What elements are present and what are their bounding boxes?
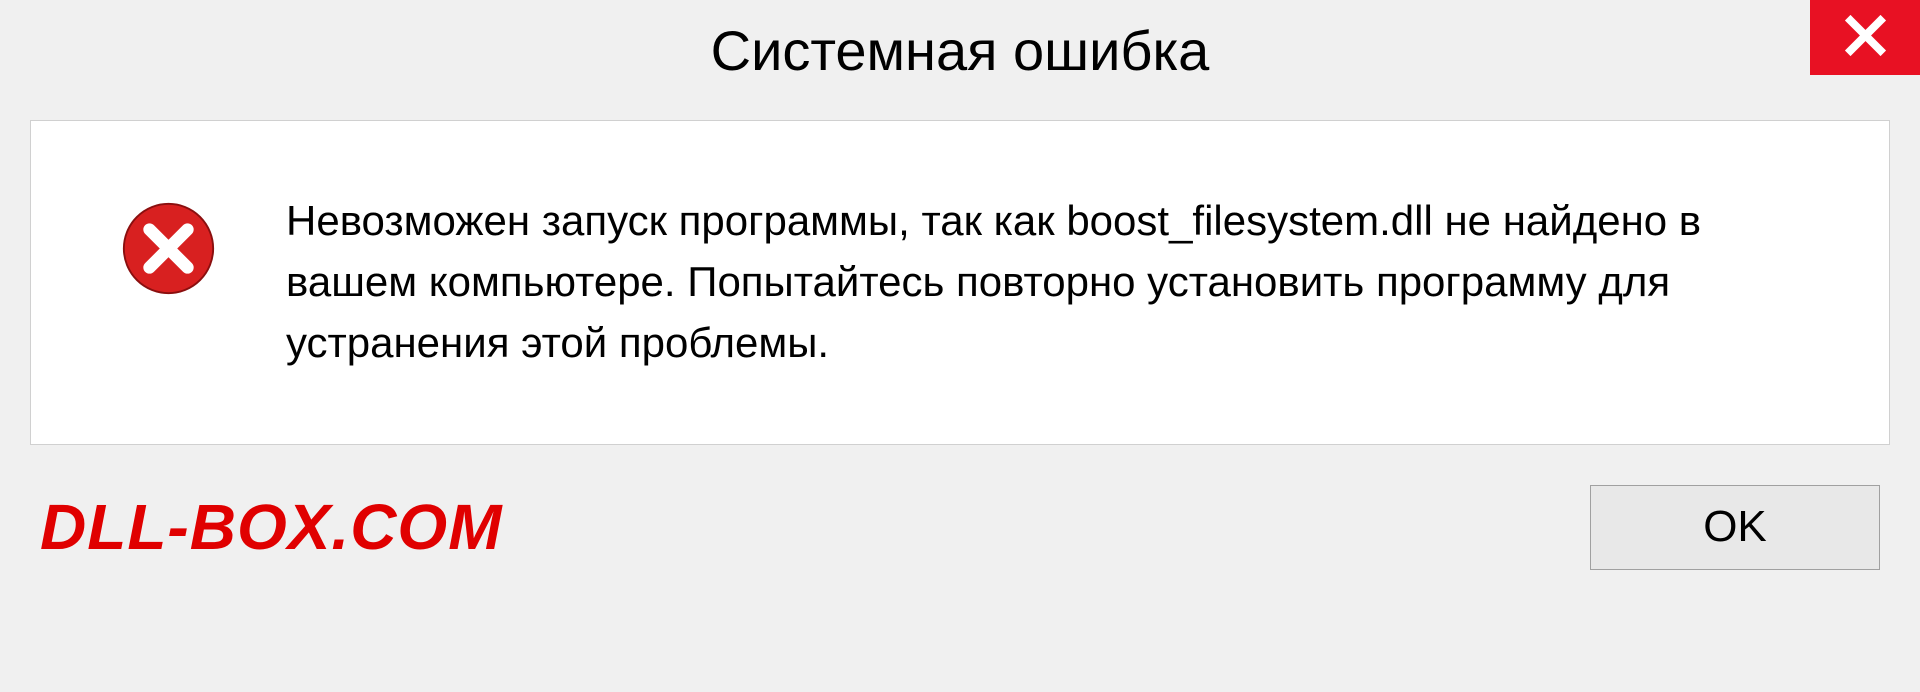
content-box: Невозможен запуск программы, так как boo…	[30, 120, 1890, 445]
close-icon	[1843, 13, 1888, 63]
error-dialog: Системная ошибка Невозможен запуск прогр…	[0, 0, 1920, 692]
ok-button[interactable]: OK	[1590, 485, 1880, 570]
dialog-title: Системная ошибка	[711, 18, 1210, 83]
titlebar: Системная ошибка	[0, 0, 1920, 100]
error-icon	[121, 201, 216, 296]
close-button[interactable]	[1810, 0, 1920, 75]
footer: DLL-BOX.COM OK	[0, 475, 1920, 600]
ok-button-label: OK	[1703, 502, 1767, 552]
branding-text: DLL-BOX.COM	[40, 490, 503, 564]
error-message: Невозможен запуск программы, так как boo…	[286, 191, 1829, 374]
